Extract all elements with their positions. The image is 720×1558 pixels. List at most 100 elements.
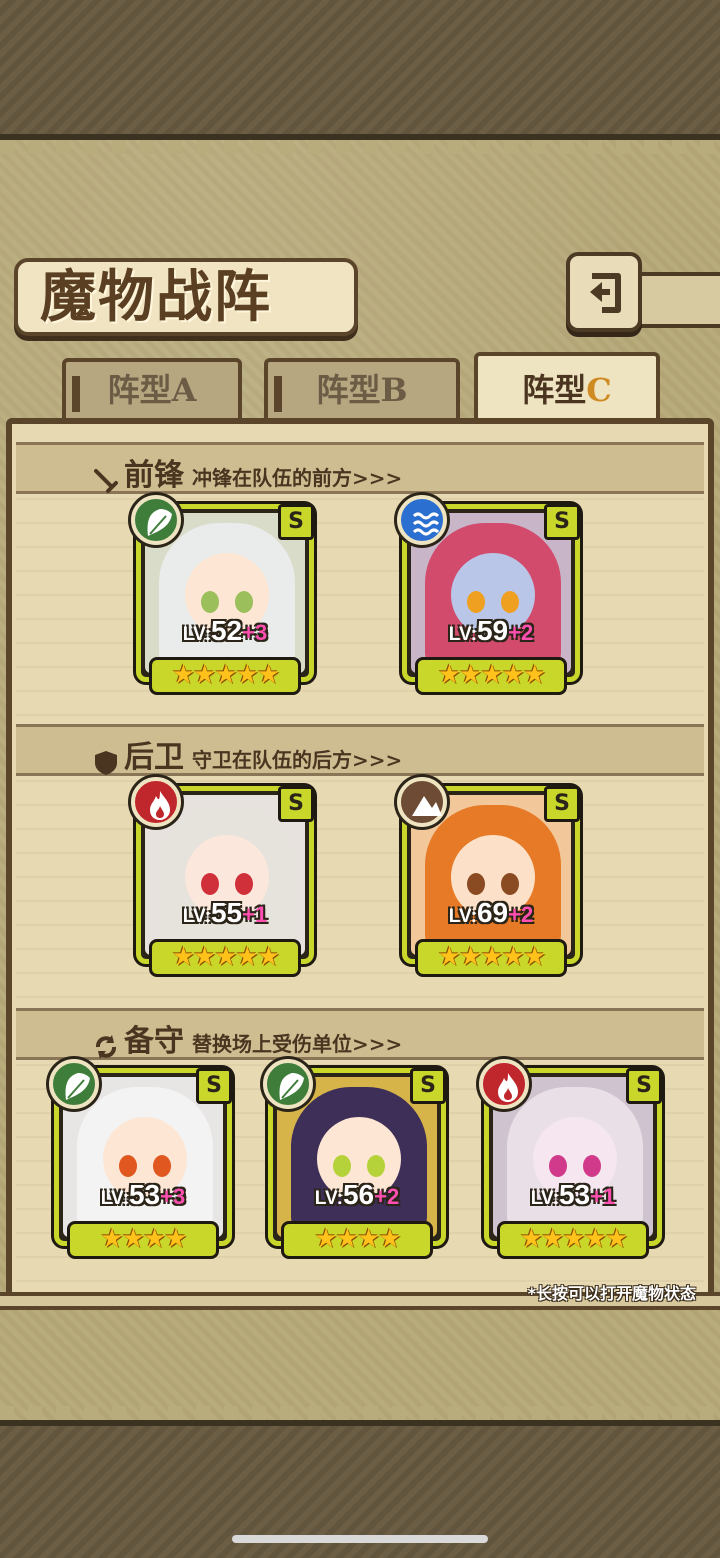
- level-plus: +2: [508, 902, 534, 927]
- level-label: LV:: [182, 906, 211, 927]
- star-rating: ★★★★★: [415, 657, 567, 695]
- unit-card[interactable]: S LV:55+1 ★★★★★: [131, 777, 314, 977]
- home-indicator[interactable]: [232, 1535, 488, 1543]
- top-backdrop: [0, 0, 720, 140]
- page-title: 魔物战阵: [40, 264, 272, 330]
- unit-card[interactable]: S LV:53+3 ★★★★: [49, 1059, 232, 1259]
- level-value: 53: [128, 1179, 161, 1210]
- level-label: LV:: [448, 624, 477, 645]
- level-label: LV:: [314, 1188, 343, 1209]
- fire-flame-icon: [479, 1059, 529, 1109]
- unit-level: LV:55+1: [141, 897, 309, 929]
- section-title-rearguard: 后卫 守卫在队伍的后方>>>: [92, 732, 402, 777]
- unit-eye: [367, 1155, 385, 1177]
- long-press-hint: *长按可以打开魔物状态: [527, 1284, 696, 1303]
- tab-suffix: A: [171, 371, 197, 409]
- swap-icon: [96, 1034, 116, 1059]
- star-rating: ★★★★★: [149, 657, 301, 695]
- level-label: LV:: [182, 624, 211, 645]
- sword-icon: [94, 468, 118, 493]
- back-rail: [640, 272, 720, 328]
- level-plus: +1: [590, 1184, 616, 1209]
- unit-eye: [467, 591, 485, 613]
- section-name: 前锋: [124, 458, 184, 493]
- tab-label: 阵型: [522, 371, 587, 409]
- unit-card[interactable]: S LV:52+3 ★★★★★: [131, 495, 314, 695]
- back-button[interactable]: [566, 252, 642, 332]
- tab-divider: [72, 376, 80, 412]
- fire-flame-icon: [131, 777, 181, 827]
- rank-badge: S: [544, 504, 580, 540]
- level-plus: +1: [242, 902, 268, 927]
- tab-formation-a[interactable]: 阵型A: [62, 358, 242, 420]
- earth-mountain-icon: [397, 777, 447, 827]
- unit-eye: [501, 873, 519, 895]
- unit-eye: [333, 1155, 351, 1177]
- level-value: 53: [558, 1179, 591, 1210]
- unit-eye: [235, 591, 253, 613]
- tab-suffix: B: [380, 371, 408, 409]
- section-name: 备守: [124, 1024, 184, 1059]
- rank-badge: S: [278, 786, 314, 822]
- section-title-reserve: 备守 替换场上受伤单位>>>: [92, 1016, 402, 1061]
- section-name: 后卫: [124, 740, 184, 775]
- unit-level: LV:53+1: [489, 1179, 657, 1211]
- unit-eye: [549, 1155, 567, 1177]
- shield-icon: [95, 750, 117, 775]
- rearguard-row: [16, 776, 704, 998]
- unit-card[interactable]: S LV:53+1 ★★★★★: [479, 1059, 662, 1259]
- unit-card[interactable]: S LV:56+2 ★★★★: [263, 1059, 446, 1259]
- unit-eye: [501, 591, 519, 613]
- water-wave-icon: [397, 495, 447, 545]
- tab-label: 阵型: [107, 371, 172, 409]
- tab-formation-b[interactable]: 阵型B: [264, 358, 460, 420]
- vanguard-row: [16, 494, 704, 716]
- tab-divider: [274, 376, 282, 412]
- star-rating: ★★★★: [281, 1221, 433, 1259]
- level-value: 55: [210, 897, 243, 928]
- level-value: 69: [476, 897, 509, 928]
- level-label: LV:: [100, 1188, 129, 1209]
- star-rating: ★★★★★: [149, 939, 301, 977]
- level-value: 59: [476, 615, 509, 646]
- rank-badge: S: [544, 786, 580, 822]
- nature-leaf-icon: [263, 1059, 313, 1109]
- section-subtitle: 冲锋在队伍的前方>>>: [192, 466, 403, 490]
- unit-eye: [467, 873, 485, 895]
- unit-eye: [153, 1155, 171, 1177]
- nature-leaf-icon: [49, 1059, 99, 1109]
- unit-eye: [201, 591, 219, 613]
- tab-label: 阵型: [316, 371, 381, 409]
- unit-eye: [201, 873, 219, 895]
- unit-level: LV:56+2: [273, 1179, 441, 1211]
- back-arrow-icon: [590, 273, 621, 313]
- nature-leaf-icon: [131, 495, 181, 545]
- unit-card[interactable]: S LV:59+2 ★★★★★: [397, 495, 580, 695]
- level-label: LV:: [448, 906, 477, 927]
- star-rating: ★★★★★: [497, 1221, 649, 1259]
- unit-eye: [119, 1155, 137, 1177]
- star-rating: ★★★★★: [415, 939, 567, 977]
- unit-level: LV:52+3: [141, 615, 309, 647]
- level-label: LV:: [530, 1188, 559, 1209]
- rank-badge: S: [410, 1068, 446, 1104]
- unit-eye: [583, 1155, 601, 1177]
- level-plus: +2: [508, 620, 534, 645]
- tab-suffix: C: [586, 371, 612, 409]
- tab-formation-c[interactable]: 阵型C: [474, 352, 660, 424]
- level-plus: +3: [160, 1184, 186, 1209]
- unit-level: LV:59+2: [407, 615, 575, 647]
- unit-level: LV:69+2: [407, 897, 575, 929]
- torn-edge-bottom: [0, 1406, 720, 1420]
- unit-eye: [235, 873, 253, 895]
- level-value: 52: [210, 615, 243, 646]
- level-plus: +3: [242, 620, 268, 645]
- torn-edge-top: [0, 140, 720, 154]
- level-plus: +2: [374, 1184, 400, 1209]
- rank-badge: S: [196, 1068, 232, 1104]
- level-value: 56: [342, 1179, 375, 1210]
- rank-badge: S: [626, 1068, 662, 1104]
- section-subtitle: 守卫在队伍的后方>>>: [192, 748, 403, 772]
- star-rating: ★★★★: [67, 1221, 219, 1259]
- unit-card[interactable]: S LV:69+2 ★★★★★: [397, 777, 580, 977]
